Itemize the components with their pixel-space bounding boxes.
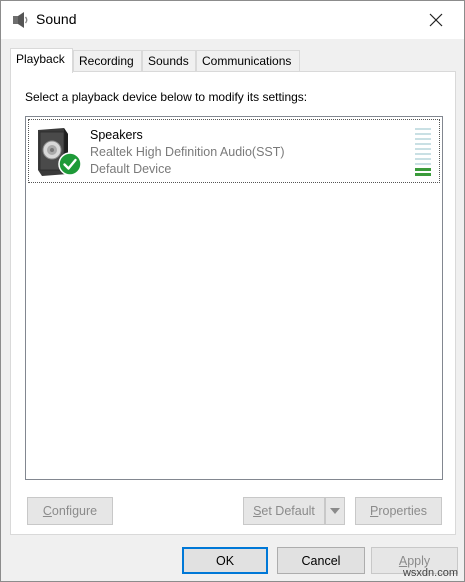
meter-segment [415,163,431,165]
set-default-dropdown[interactable] [325,497,345,525]
title-bar: Sound [1,1,464,39]
device-list[interactable]: Speakers Realtek High Definition Audio(S… [25,116,443,480]
properties-label: roperties [378,504,427,518]
meter-segment [415,158,431,160]
apply-mnemonic: A [398,553,408,568]
playback-panel: Select a playback device below to modify… [10,71,456,535]
meter-segment [415,153,431,155]
default-check-icon [58,152,82,176]
close-icon [429,13,443,27]
tab-recording[interactable]: Recording [73,50,142,71]
sound-dialog: Sound Playback Recording Sounds Communic… [0,0,465,582]
cancel-button[interactable]: Cancel [277,547,365,574]
speaker-app-icon [13,12,28,28]
meter-segment [415,138,431,140]
meter-segment [415,143,431,145]
configure-button[interactable]: Configure [27,497,113,525]
device-name: Speakers [90,128,143,142]
device-description: Realtek High Definition Audio(SST) [90,145,285,159]
meter-segment [415,168,431,171]
device-status: Default Device [90,162,172,176]
set-default-button[interactable]: Set Default [243,497,325,525]
window-title: Sound [36,11,77,27]
chevron-down-icon [330,508,340,514]
set-default-label: et Default [261,504,315,518]
level-meter [415,128,431,178]
properties-mnemonic: P [370,504,379,518]
tab-sounds[interactable]: Sounds [142,50,196,71]
meter-segment [415,173,431,176]
tab-playback[interactable]: Playback [10,48,73,73]
properties-button[interactable]: Properties [355,497,442,525]
close-button[interactable] [416,5,456,35]
apply-label: pply [407,553,431,568]
configure-label: onfigure [51,504,98,518]
watermark: wsxdn.com [402,567,458,579]
tab-communications[interactable]: Communications [196,50,300,71]
set-default-mnemonic: S [253,504,262,518]
ok-button[interactable]: OK [182,547,268,574]
meter-segment [415,148,431,150]
instruction-text: Select a playback device below to modify… [25,90,308,104]
meter-segment [415,128,431,130]
configure-mnemonic: C [42,504,52,518]
meter-segment [415,133,431,135]
device-item-speakers[interactable]: Speakers Realtek High Definition Audio(S… [28,119,440,183]
